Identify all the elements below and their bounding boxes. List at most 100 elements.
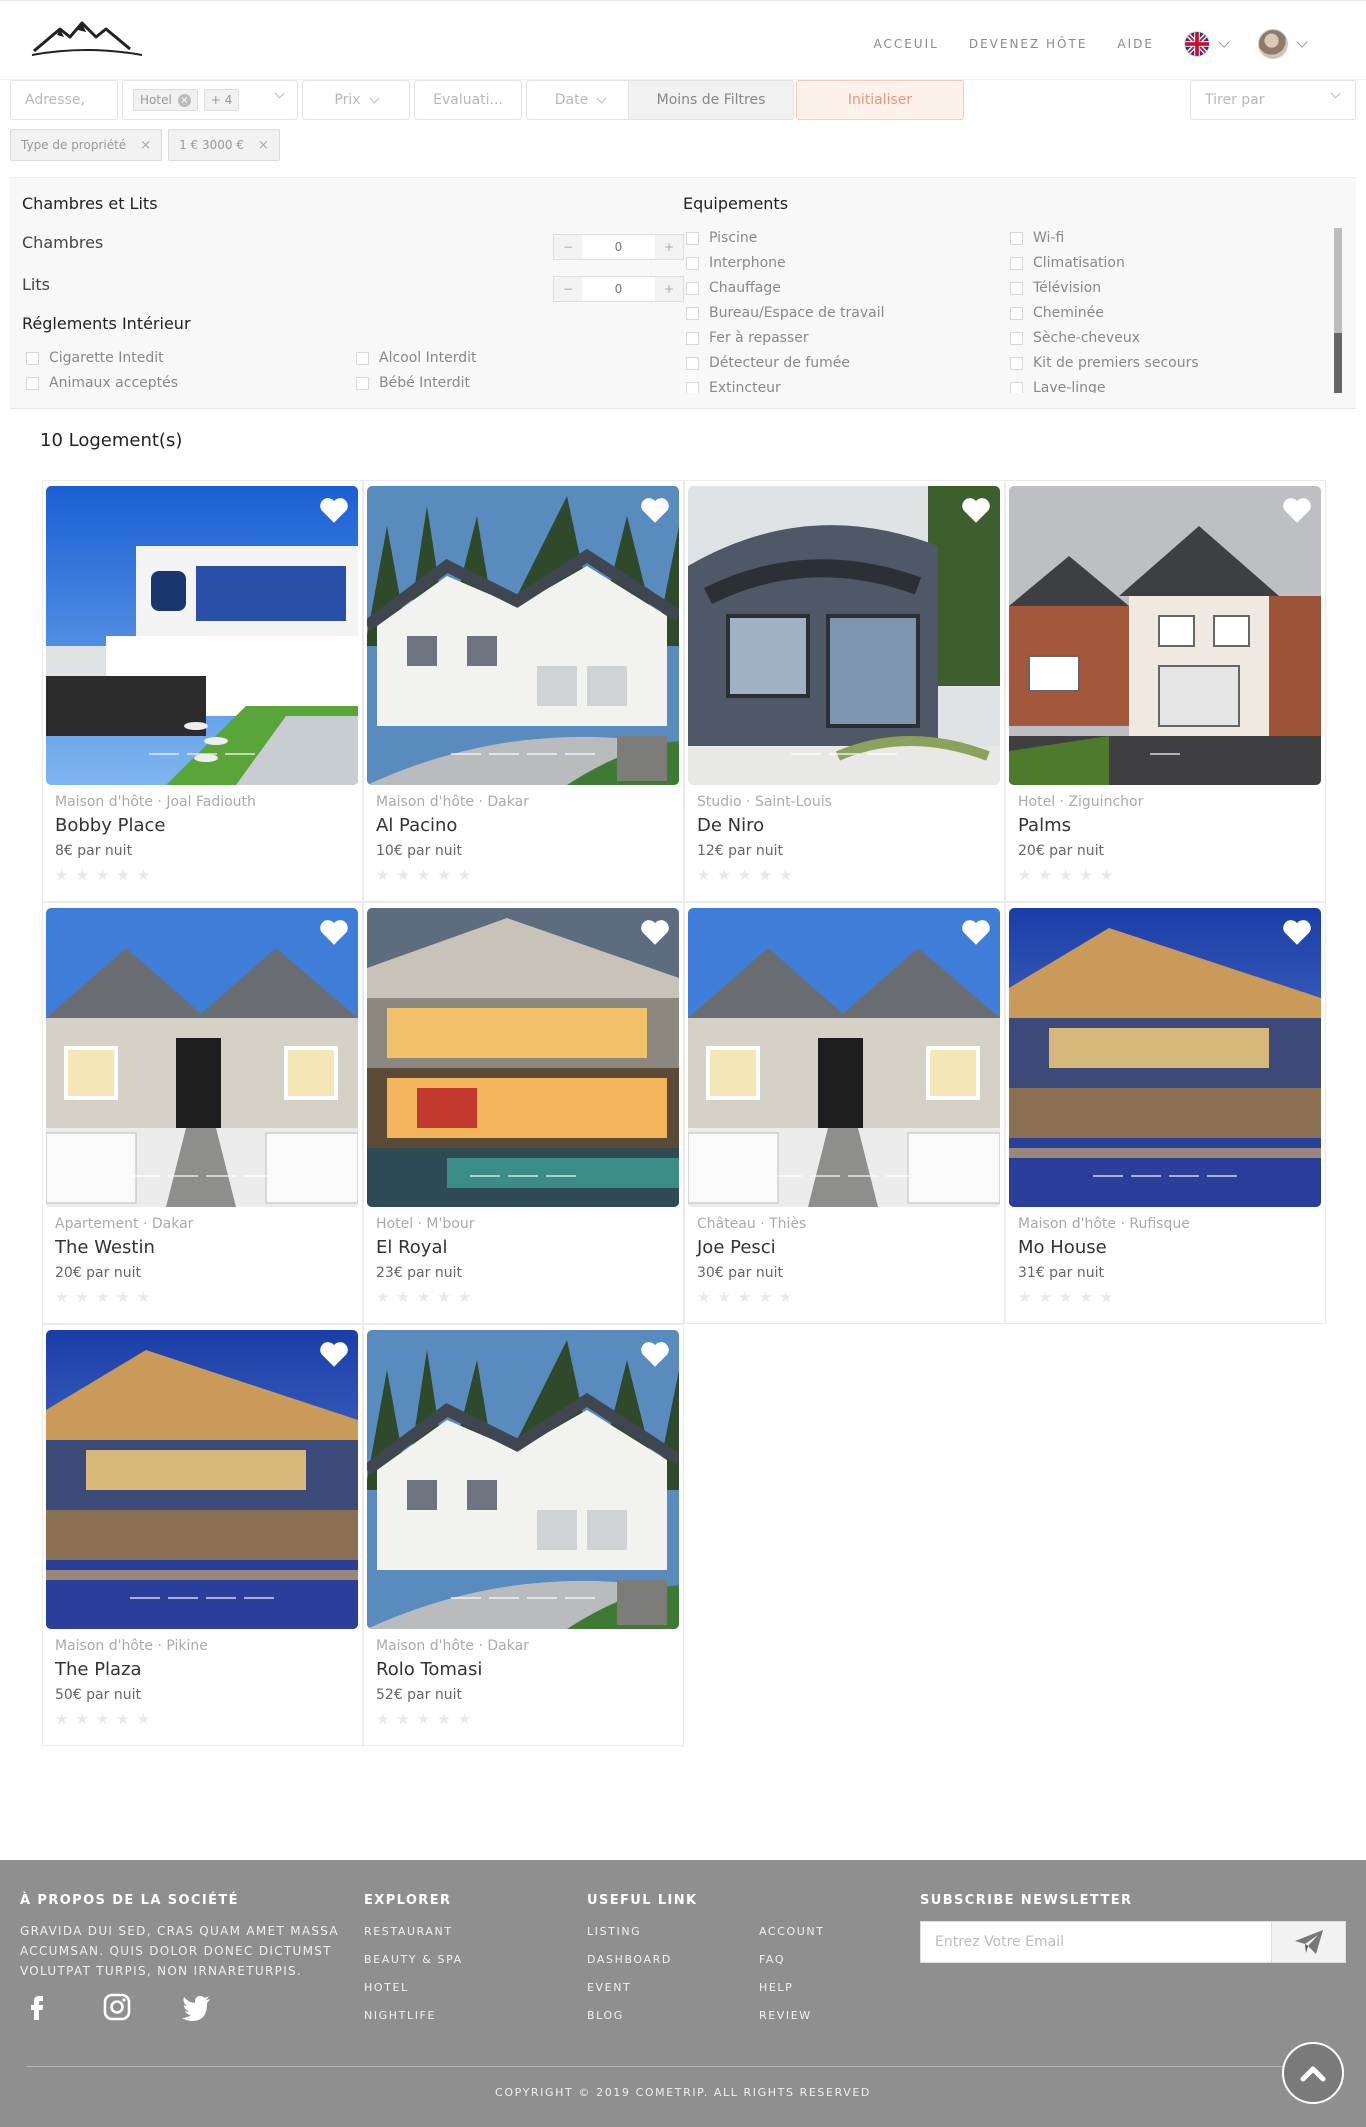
checkbox[interactable] bbox=[686, 256, 699, 270]
beds-stepper[interactable]: − 0 + bbox=[553, 276, 684, 302]
heart-icon[interactable] bbox=[639, 496, 671, 524]
equipment-checkbox[interactable]: Lave-linge bbox=[1010, 380, 1105, 393]
mountain-logo[interactable] bbox=[30, 15, 145, 61]
footer-link[interactable]: Blog bbox=[587, 2009, 624, 2022]
close-icon[interactable]: × bbox=[258, 138, 269, 153]
carousel-dots[interactable] bbox=[46, 753, 358, 755]
carousel-dots[interactable] bbox=[688, 753, 1000, 755]
heart-icon[interactable] bbox=[1281, 496, 1313, 524]
heart-icon[interactable] bbox=[960, 918, 992, 946]
chip-price-range[interactable]: 1 € 3000 € × bbox=[168, 129, 280, 161]
checkbox[interactable] bbox=[1010, 256, 1023, 270]
carousel-dots[interactable] bbox=[367, 1597, 679, 1599]
rule-checkbox[interactable]: Bébé Interdit bbox=[356, 375, 470, 391]
price-filter[interactable]: Prix bbox=[302, 80, 410, 120]
footer-link[interactable]: Listing bbox=[587, 1925, 641, 1938]
listing-title[interactable]: El Royal bbox=[376, 1237, 448, 1258]
sort-select[interactable]: Tirer par bbox=[1190, 80, 1356, 120]
minus-icon[interactable]: − bbox=[554, 277, 582, 301]
checkbox[interactable] bbox=[1010, 331, 1023, 345]
checkbox[interactable] bbox=[686, 331, 699, 345]
carousel-dots[interactable] bbox=[1009, 753, 1321, 755]
equipment-checkbox[interactable]: Cheminée bbox=[1010, 305, 1104, 321]
footer-link[interactable]: Account bbox=[759, 1925, 825, 1938]
language-dropdown[interactable] bbox=[1184, 31, 1230, 57]
minus-icon[interactable]: − bbox=[554, 235, 582, 259]
carousel-dots[interactable] bbox=[1009, 1175, 1321, 1177]
checkbox[interactable] bbox=[1010, 306, 1023, 320]
twitter-icon[interactable] bbox=[180, 1990, 214, 2024]
listing-card[interactable]: Maison d'hôte · Pikine The Plaza 50€ par… bbox=[42, 1324, 363, 1746]
nav-help-link[interactable]: AIDE bbox=[1117, 37, 1154, 51]
footer-link[interactable]: Hotel bbox=[364, 1981, 409, 1994]
newsletter-submit-button[interactable] bbox=[1271, 1922, 1345, 1962]
checkbox[interactable] bbox=[26, 351, 39, 365]
rating-filter[interactable]: Evaluati... bbox=[414, 80, 522, 120]
checkbox[interactable] bbox=[1010, 356, 1023, 370]
heart-icon[interactable] bbox=[639, 918, 671, 946]
carousel-dots[interactable] bbox=[367, 753, 679, 755]
checkbox[interactable] bbox=[686, 231, 699, 245]
footer-link[interactable]: Review bbox=[759, 2009, 812, 2022]
equipment-checkbox[interactable]: Extincteur bbox=[686, 380, 781, 393]
equipment-checkbox[interactable]: Wi-fi bbox=[1010, 230, 1064, 246]
scrollbar-thumb[interactable] bbox=[1334, 333, 1342, 393]
footer-link[interactable]: Event bbox=[587, 1981, 631, 1994]
equipment-checkbox[interactable]: Sèche-cheveux bbox=[1010, 330, 1140, 346]
checkbox[interactable] bbox=[1010, 281, 1023, 295]
facebook-icon[interactable] bbox=[20, 1990, 54, 2024]
heart-icon[interactable] bbox=[318, 496, 350, 524]
equipment-scrollbar[interactable] bbox=[1334, 228, 1342, 393]
reset-button[interactable]: Initialiser bbox=[796, 80, 964, 120]
listing-photo[interactable] bbox=[367, 486, 679, 785]
chip-property-type[interactable]: Type de propriété × bbox=[10, 129, 163, 161]
listing-photo[interactable] bbox=[367, 1330, 679, 1629]
listing-card[interactable]: Maison d'hôte · Dakar Rolo Tomasi 52€ pa… bbox=[363, 1324, 684, 1746]
listing-card[interactable]: Maison d'hôte · Rufisque Mo House 31€ pa… bbox=[1005, 902, 1326, 1324]
footer-link[interactable]: FAQ bbox=[759, 1953, 785, 1966]
user-menu[interactable] bbox=[1258, 29, 1308, 59]
heart-icon[interactable] bbox=[639, 1340, 671, 1368]
less-filters-button[interactable]: Moins de Filtres bbox=[628, 80, 794, 120]
plus-icon[interactable]: + bbox=[655, 277, 683, 301]
listing-photo[interactable] bbox=[1009, 486, 1321, 785]
equipment-checkbox[interactable]: Chauffage bbox=[686, 280, 781, 296]
listing-card[interactable]: Hotel · Ziguinchor Palms 20€ par nuit ★★… bbox=[1005, 480, 1326, 902]
listing-card[interactable]: Château · Thiès Joe Pesci 30€ par nuit ★… bbox=[684, 902, 1005, 1324]
checkbox[interactable] bbox=[686, 306, 699, 320]
close-icon[interactable]: × bbox=[140, 138, 151, 153]
property-type-select[interactable]: Hotel × + 4 bbox=[122, 80, 298, 120]
listing-title[interactable]: De Niro bbox=[697, 815, 764, 836]
footer-link[interactable]: Nightlife bbox=[364, 2009, 436, 2022]
listing-title[interactable]: Joe Pesci bbox=[697, 1237, 776, 1258]
instagram-icon[interactable] bbox=[100, 1990, 134, 2024]
checkbox[interactable] bbox=[1010, 231, 1023, 245]
checkbox[interactable] bbox=[356, 376, 369, 390]
equipment-checkbox[interactable]: Télévision bbox=[1010, 280, 1101, 296]
listing-photo[interactable] bbox=[46, 1330, 358, 1629]
listing-title[interactable]: Rolo Tomasi bbox=[376, 1659, 482, 1680]
checkbox[interactable] bbox=[686, 356, 699, 370]
listing-photo[interactable] bbox=[46, 908, 358, 1207]
heart-icon[interactable] bbox=[960, 496, 992, 524]
equipment-list[interactable]: Piscine Interphone Chauffage Bureau/Espa… bbox=[686, 228, 1344, 393]
listing-photo[interactable] bbox=[688, 486, 1000, 785]
listing-card[interactable]: Hotel · M'bour El Royal 23€ par nuit ★★★… bbox=[363, 902, 684, 1324]
carousel-dots[interactable] bbox=[46, 1175, 358, 1177]
nav-home-link[interactable]: ACCEUIL bbox=[873, 37, 938, 51]
listing-card[interactable]: Maison d'hôte · Joal Fadiouth Bobby Plac… bbox=[42, 480, 363, 902]
footer-link[interactable]: Help bbox=[759, 1981, 793, 1994]
rule-checkbox[interactable]: Cigarette Intedit bbox=[26, 350, 164, 366]
listing-title[interactable]: Al Pacino bbox=[376, 815, 457, 836]
footer-link[interactable]: Dashboard bbox=[587, 1953, 672, 1966]
listing-title[interactable]: The Plaza bbox=[55, 1659, 142, 1680]
listing-card[interactable]: Studio · Saint-Louis De Niro 12€ par nui… bbox=[684, 480, 1005, 902]
rooms-stepper[interactable]: − 0 + bbox=[553, 234, 684, 260]
heart-icon[interactable] bbox=[318, 918, 350, 946]
listing-title[interactable]: Palms bbox=[1018, 815, 1071, 836]
rule-checkbox[interactable]: Alcool Interdit bbox=[356, 350, 477, 366]
listing-title[interactable]: Bobby Place bbox=[55, 815, 165, 836]
equipment-checkbox[interactable]: Détecteur de fumée bbox=[686, 355, 850, 371]
equipment-checkbox[interactable]: Piscine bbox=[686, 230, 757, 246]
equipment-checkbox[interactable]: Interphone bbox=[686, 255, 786, 271]
